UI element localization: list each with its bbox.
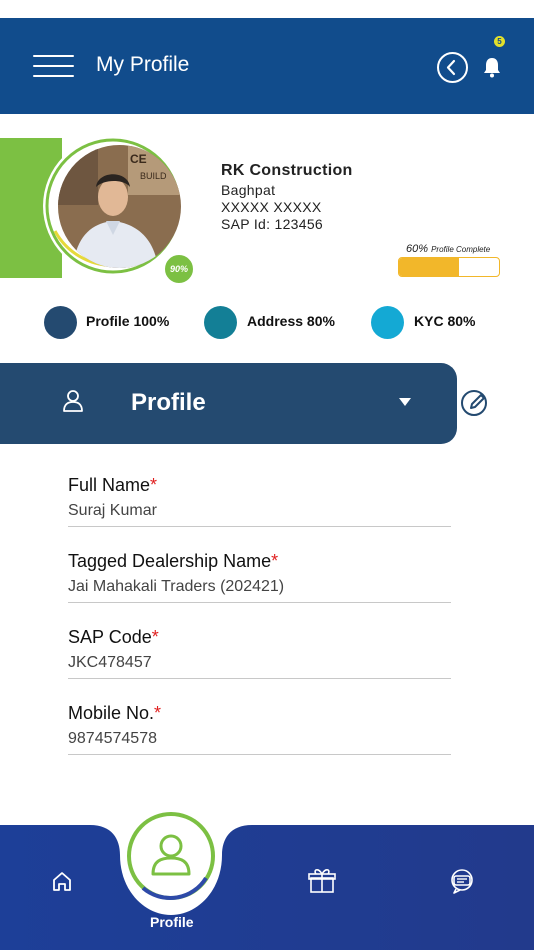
full-name-label: Full Name	[68, 475, 151, 495]
bell-icon[interactable]	[482, 56, 502, 78]
home-icon[interactable]	[51, 870, 73, 892]
sap-code-label: SAP Code	[68, 627, 152, 647]
dealership-label: Tagged Dealership Name	[68, 551, 272, 571]
back-icon[interactable]	[437, 52, 468, 83]
required-marker: *	[271, 551, 279, 571]
hamburger-menu-icon[interactable]	[33, 55, 74, 77]
nav-profile-button[interactable]	[123, 808, 219, 904]
profile-progress-bar	[398, 257, 500, 277]
address-status-label: Address 80%	[247, 313, 335, 329]
company-name: RK Construction	[221, 162, 353, 179]
edit-icon[interactable]	[460, 387, 490, 417]
profile-status-label: Profile 100%	[86, 313, 170, 329]
kyc-status-dot	[371, 306, 404, 339]
mobile-input[interactable]	[68, 730, 451, 755]
full-name-field: Full Name*	[68, 475, 451, 527]
profile-complete-percent: 60%	[406, 243, 429, 255]
svg-text:BUILD: BUILD	[140, 171, 167, 181]
avatar[interactable]: CE BUILD	[58, 145, 181, 268]
kyc-status-label: KYC 80%	[414, 313, 476, 329]
profile-complete-label: 60% Profile Complete	[406, 243, 490, 255]
dealership-input[interactable]	[68, 578, 451, 603]
address-status-dot	[204, 306, 237, 339]
profile-complete-text: Profile Complete	[431, 245, 491, 254]
profile-progress-fill	[399, 258, 459, 276]
notification-badge: 5	[494, 36, 505, 47]
mobile-label: Mobile No.	[68, 703, 155, 723]
support-chat-icon[interactable]	[448, 867, 476, 895]
dealership-field: Tagged Dealership Name*	[68, 551, 451, 603]
section-title: Profile	[131, 389, 206, 416]
gift-box-icon[interactable]	[307, 865, 337, 895]
avatar-percent-badge: 90%	[163, 253, 195, 285]
sap-code-field: SAP Code*	[68, 627, 451, 679]
svg-text:CE: CE	[130, 152, 147, 166]
required-marker: *	[151, 627, 159, 647]
app-header: My Profile	[0, 18, 534, 114]
required-marker: *	[154, 703, 162, 723]
page-title: My Profile	[96, 53, 190, 76]
profile-status-dot	[44, 306, 77, 339]
required-marker: *	[150, 475, 158, 495]
nav-profile-label[interactable]: Profile	[150, 914, 194, 930]
full-name-input[interactable]	[68, 502, 451, 527]
location-text: Baghpat	[221, 182, 276, 198]
sap-id-text: SAP Id: 123456	[221, 216, 324, 232]
sap-code-input[interactable]	[68, 654, 451, 679]
bottom-navigation	[0, 825, 534, 950]
mobile-field: Mobile No.*	[68, 703, 451, 755]
masked-name-text: XXXXX XXXXX	[221, 199, 322, 215]
chevron-down-icon[interactable]	[399, 398, 411, 406]
user-icon	[62, 389, 84, 413]
